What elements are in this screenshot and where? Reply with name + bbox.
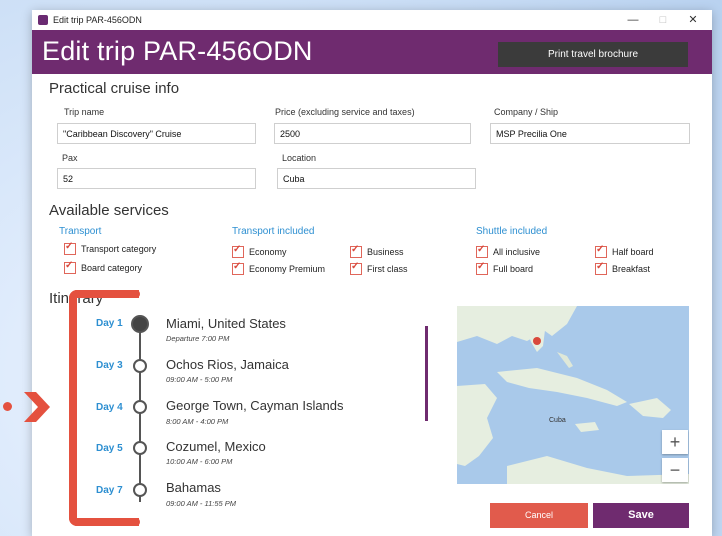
maximize-button[interactable]: □	[648, 10, 678, 30]
map-land-jamaica	[575, 422, 599, 432]
close-button[interactable]: ✕	[678, 10, 708, 30]
checkbox-full-board[interactable]: Full board	[476, 261, 533, 275]
map-land-mexico	[457, 384, 497, 466]
location-field[interactable]: Cuba	[277, 168, 476, 189]
map-view[interactable]: Cuba + −	[457, 306, 689, 484]
checkbox-first-class[interactable]: First class	[350, 261, 408, 275]
map-pin-icon[interactable]	[533, 337, 541, 345]
company-label: Company / Ship	[494, 107, 559, 117]
print-brochure-button[interactable]: Print travel brochure	[498, 42, 688, 67]
map-land-bahamas	[557, 352, 573, 368]
stop-place[interactable]: Cozumel, Mexico	[166, 439, 266, 454]
checkbox-checked-icon[interactable]	[350, 244, 362, 258]
pointer-chevron-icon	[24, 392, 50, 422]
checkbox-all-inclusive[interactable]: All inclusive	[476, 244, 540, 258]
checkbox-half-board[interactable]: Half board	[595, 244, 654, 258]
location-label: Location	[282, 153, 317, 163]
map-land-cuba	[497, 368, 627, 406]
checkbox-checked-icon[interactable]	[595, 244, 607, 258]
map-land-usa	[457, 306, 577, 344]
checkbox-transport-category[interactable]: Transport category	[64, 241, 156, 255]
shuttle-included-label: Shuttle included	[476, 226, 548, 237]
highlight-bracket-bottom	[100, 518, 140, 526]
checkbox-checked-icon[interactable]	[232, 261, 244, 275]
checkbox-checked-icon[interactable]	[350, 261, 362, 275]
pax-label: Pax	[62, 153, 78, 163]
stop-time: 10:00 AM - 6:00 PM	[166, 457, 233, 466]
trip-name-label: Trip name	[64, 107, 105, 117]
zoom-in-button[interactable]: +	[662, 430, 688, 454]
stop-place[interactable]: Ochos Rios, Jamaica	[166, 357, 289, 372]
pax-field[interactable]: 52	[57, 168, 256, 189]
checkbox-checked-icon[interactable]	[64, 241, 76, 255]
map-label-cuba: Cuba	[549, 417, 566, 424]
zoom-out-button[interactable]: −	[662, 458, 688, 482]
cancel-button[interactable]: Cancel	[490, 503, 588, 528]
stop-time: 8:00 AM - 4:00 PM	[166, 417, 229, 426]
trip-name-field[interactable]: "Caribbean Discovery" Cruise	[57, 123, 256, 144]
company-field[interactable]: MSP Precilia One	[490, 123, 690, 144]
app-icon	[38, 15, 48, 25]
checkbox-economy-premium[interactable]: Economy Premium	[232, 261, 325, 275]
checkbox-breakfast[interactable]: Breakfast	[595, 261, 650, 275]
stop-place[interactable]: George Town, Cayman Islands	[166, 398, 344, 413]
transport-included-label: Transport included	[232, 226, 315, 237]
checkbox-board-category[interactable]: Board category	[64, 260, 142, 274]
transport-label: Transport	[59, 226, 102, 237]
title-bar: Edit trip PAR-456ODN — □ ✕	[32, 10, 712, 30]
page-header: Edit trip PAR-456ODN Print travel brochu…	[32, 30, 712, 74]
map-canvas: Cuba	[457, 306, 689, 484]
stop-time: 09:00 AM - 11:55 PM	[166, 499, 237, 508]
checkbox-checked-icon[interactable]	[476, 244, 488, 258]
stop-time: Departure 7:00 PM	[166, 334, 230, 343]
checkbox-checked-icon[interactable]	[476, 261, 488, 275]
highlight-bracket-top	[100, 290, 140, 298]
checkbox-checked-icon[interactable]	[64, 260, 76, 274]
practical-section-title: Practical cruise info	[49, 80, 180, 97]
price-field[interactable]: 2500	[274, 123, 471, 144]
itinerary-scrollbar[interactable]	[422, 316, 430, 516]
pointer-dot-icon	[3, 402, 12, 411]
highlight-bracket	[69, 290, 139, 526]
checkbox-checked-icon[interactable]	[232, 244, 244, 258]
stop-place[interactable]: Bahamas	[166, 480, 221, 495]
stop-time: 09:00 AM - 5:00 PM	[166, 375, 233, 384]
price-label: Price (excluding service and taxes)	[275, 107, 415, 117]
page-title: Edit trip PAR-456ODN	[42, 36, 313, 66]
map-land-hispaniola	[629, 398, 671, 418]
window-title: Edit trip PAR-456ODN	[53, 15, 142, 25]
scrollbar-thumb[interactable]	[425, 326, 428, 421]
stop-place[interactable]: Miami, United States	[166, 316, 286, 331]
checkbox-checked-icon[interactable]	[595, 261, 607, 275]
services-section-title: Available services	[49, 202, 169, 219]
save-button[interactable]: Save	[593, 503, 689, 528]
checkbox-business[interactable]: Business	[350, 244, 404, 258]
minimize-button[interactable]: —	[618, 10, 648, 30]
checkbox-economy[interactable]: Economy	[232, 244, 287, 258]
